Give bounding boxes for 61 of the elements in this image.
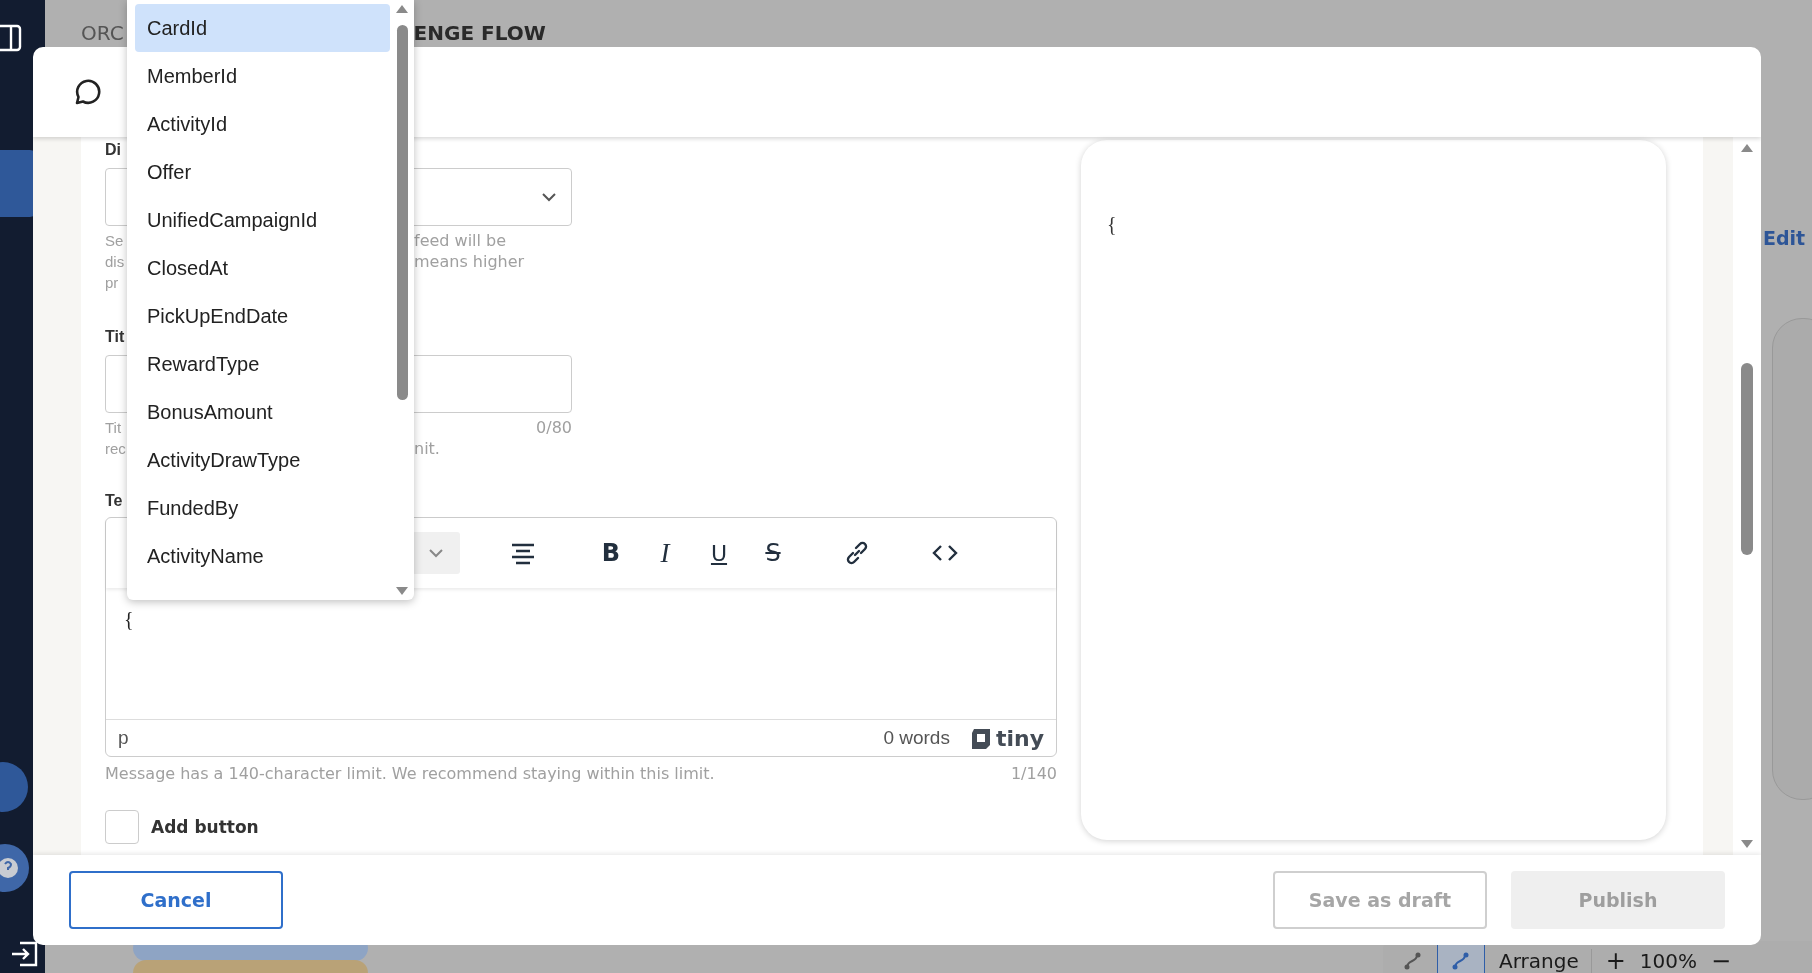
menu-item[interactable]: BonusAmount	[135, 388, 390, 436]
hint-text: feed will be	[414, 230, 507, 251]
hint-text: means higher	[414, 251, 525, 272]
checkbox-label: Add button	[151, 817, 259, 837]
italic-button[interactable]: I	[654, 537, 676, 569]
panel-icon[interactable]	[0, 24, 22, 52]
brand-name: tiny	[995, 725, 1044, 751]
menu-item[interactable]: ActivityDrawType	[135, 436, 390, 484]
help-icon[interactable]	[0, 843, 30, 893]
preview-text: {	[1107, 213, 1117, 235]
field-label: Te	[105, 491, 123, 511]
code-icon[interactable]	[932, 543, 958, 563]
strike-button[interactable]: S	[762, 539, 784, 567]
zoom-in-button[interactable]: +	[1605, 947, 1626, 973]
zoom-level: 100%	[1639, 949, 1697, 973]
menu-item[interactable]: ActivityId	[135, 100, 390, 148]
field-label: Di	[105, 140, 121, 160]
scroll-down-icon[interactable]	[395, 586, 409, 596]
connector-icon[interactable]	[1403, 951, 1423, 971]
scroll-down-icon[interactable]	[1740, 839, 1754, 849]
chevron-down-icon	[428, 548, 444, 558]
menu-item[interactable]: FundedBy	[135, 484, 390, 532]
tiny-logo-icon	[969, 727, 992, 749]
menu-item[interactable]: ClosedAt	[135, 244, 390, 292]
bold-button[interactable]: B	[600, 539, 622, 567]
page-title: ENGE FLOW	[413, 21, 546, 45]
curve-icon	[1451, 951, 1471, 971]
char-counter: 1/140	[1010, 763, 1057, 784]
menu-item[interactable]: PickUpEndDate	[135, 292, 390, 340]
menu-item[interactable]: ActivityName	[135, 532, 390, 580]
hint-text: rec	[105, 439, 125, 459]
menu-item[interactable]: MemberId	[135, 52, 390, 100]
hint-text: Tit	[105, 418, 123, 438]
hint-text: pr	[105, 273, 120, 293]
element-path: p	[118, 727, 130, 749]
scrollbar-thumb[interactable]	[396, 25, 408, 400]
chevron-down-icon	[541, 192, 557, 202]
menu-item[interactable]: Offer	[135, 148, 390, 196]
menu-item[interactable]: RewardType	[135, 340, 390, 388]
checkbox[interactable]	[105, 810, 139, 844]
char-counter: 0/80	[536, 417, 572, 438]
hint-text: nit.	[414, 438, 440, 459]
link-icon[interactable]	[844, 540, 870, 566]
menu-item[interactable]: UnifiedCampaignId	[135, 196, 390, 244]
cancel-button[interactable]: Cancel	[69, 871, 283, 929]
editor-text[interactable]: {	[124, 608, 134, 630]
zoom-out-button[interactable]: −	[1711, 947, 1732, 973]
hint-text: Message has a 140-character limit. We recommend staying within this limit.	[105, 763, 715, 784]
scrollbar-thumb[interactable]	[1741, 363, 1753, 555]
align-center-icon[interactable]	[510, 541, 536, 565]
exit-icon[interactable]	[10, 939, 40, 969]
field-label: Tit	[105, 327, 125, 347]
underline-button[interactable]: U	[708, 540, 730, 566]
word-count: 0 words	[883, 727, 950, 749]
scroll-up-icon[interactable]	[395, 4, 409, 14]
scroll-up-icon[interactable]	[1740, 143, 1754, 153]
hint-text: Se	[105, 231, 125, 251]
menu-item[interactable]: CardId	[135, 4, 390, 52]
page-title: ORC	[81, 21, 124, 45]
arrange-button[interactable]: Arrange	[1499, 949, 1592, 973]
hint-text: dis	[105, 252, 125, 272]
